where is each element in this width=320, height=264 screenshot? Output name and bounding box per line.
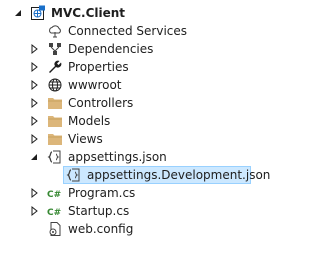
tree-item-label: Properties <box>68 60 129 74</box>
project-name: MVC.Client <box>51 6 126 20</box>
expand-arrow-icon[interactable] <box>29 130 39 148</box>
tree-item-label: Connected Services <box>68 24 188 38</box>
collapse-arrow-icon[interactable] <box>13 4 23 22</box>
connected-services-icon <box>47 23 63 39</box>
expand-arrow-icon[interactable] <box>29 112 39 130</box>
tree-item-dependencies[interactable]: Dependencies <box>0 40 313 58</box>
expand-arrow-icon[interactable] <box>29 184 39 202</box>
tree-item-program-cs[interactable]: C# Program.cs <box>0 184 313 202</box>
solution-explorer-tree: MVC.Client Connected Services Dependenci… <box>0 0 313 264</box>
tree-item-controllers[interactable]: Controllers <box>0 94 313 112</box>
json-file-icon <box>47 149 63 165</box>
tree-item-label: Program.cs <box>68 186 136 200</box>
tree-item-label: Controllers <box>68 96 134 110</box>
tree-item-startup-cs[interactable]: C# Startup.cs <box>0 202 313 220</box>
tree-item-views[interactable]: Views <box>0 130 313 148</box>
folder-icon <box>47 113 63 129</box>
tree-item-label: appsettings.json <box>68 150 167 164</box>
tree-item-label: Dependencies <box>68 42 154 56</box>
tree-item-appsettings-development-json[interactable]: appsettings.Development.json <box>0 166 313 184</box>
tree-item-properties[interactable]: Properties <box>0 58 313 76</box>
globe-icon <box>47 77 63 93</box>
tree-item-wwwroot[interactable]: wwwroot <box>0 76 313 94</box>
csharp-file-icon: C# <box>47 203 63 219</box>
tree-item-models[interactable]: Models <box>0 112 313 130</box>
collapse-arrow-icon[interactable] <box>29 148 39 166</box>
tree-item-label: Views <box>68 132 103 146</box>
expand-arrow-icon[interactable] <box>29 202 39 220</box>
expand-arrow-icon[interactable] <box>29 94 39 112</box>
expand-arrow-icon[interactable] <box>29 58 39 76</box>
folder-icon <box>47 95 63 111</box>
expand-arrow-icon[interactable] <box>29 76 39 94</box>
tree-item-label: wwwroot <box>68 78 122 92</box>
expand-arrow-icon[interactable] <box>29 40 39 58</box>
dependencies-icon <box>47 41 63 57</box>
tree-item-label: appsettings.Development.json <box>87 168 271 182</box>
tree-item-appsettings-json[interactable]: appsettings.json <box>0 148 313 166</box>
wrench-icon <box>47 59 63 75</box>
tree-item-label: Startup.cs <box>68 204 130 218</box>
csharp-file-icon: C# <box>47 185 63 201</box>
tree-item-label: Models <box>68 114 111 128</box>
tree-item-web-config[interactable]: web.config <box>0 220 313 238</box>
json-file-icon <box>66 167 82 183</box>
folder-icon <box>47 131 63 147</box>
tree-item-project[interactable]: MVC.Client <box>0 4 313 22</box>
tree-item-connected-services[interactable]: Connected Services <box>0 22 313 40</box>
config-file-icon <box>47 221 63 237</box>
tree-item-label: web.config <box>68 222 134 236</box>
svg-text:C#: C# <box>47 208 61 218</box>
web-project-icon <box>30 5 46 21</box>
svg-text:C#: C# <box>47 190 61 200</box>
